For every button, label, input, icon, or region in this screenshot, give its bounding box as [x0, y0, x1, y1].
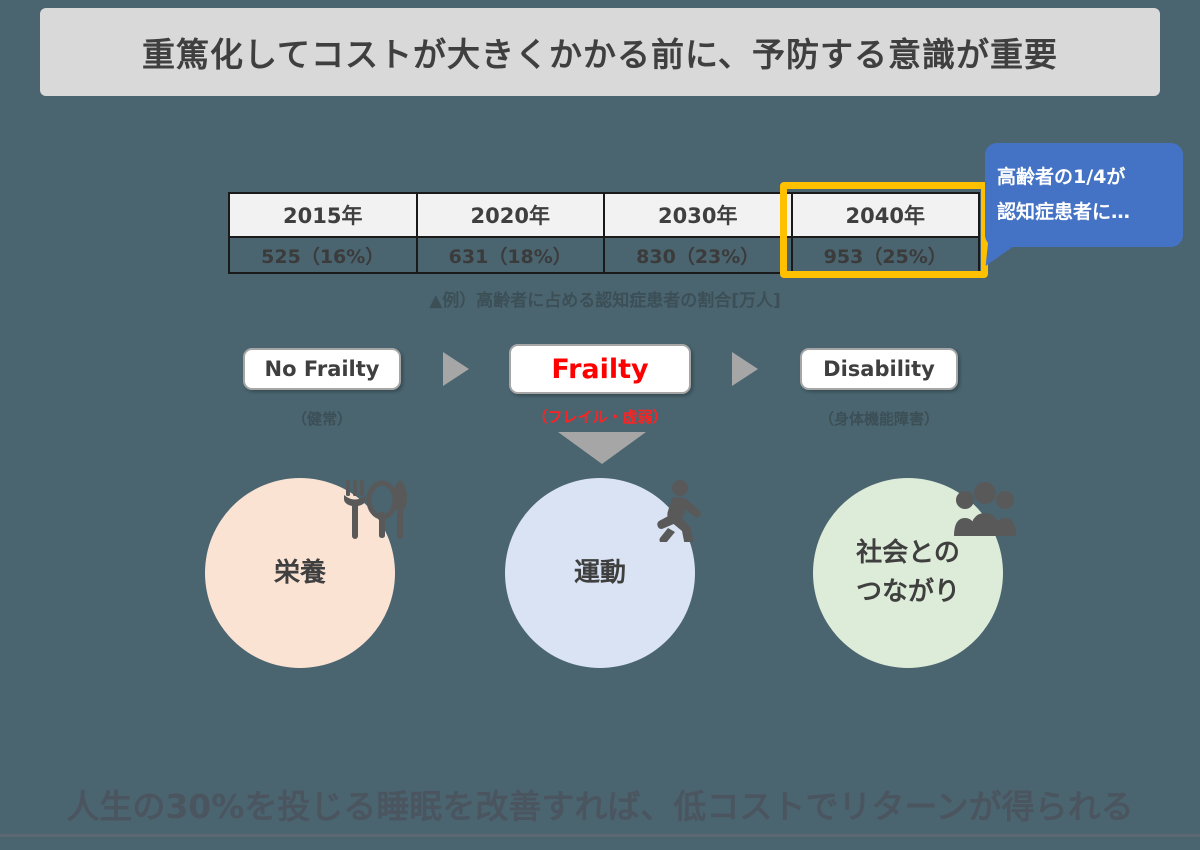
- stage-label-frailty: Frailty: [551, 353, 649, 385]
- table-header-cell-2040: 2040年: [790, 192, 980, 238]
- table-value-cell-2015: 525（16%）: [228, 236, 418, 274]
- page-title: 重篤化してコストが大きくかかる前に、予防する意識が重要: [141, 35, 1059, 74]
- pillar-label-social-line2: つながり: [855, 577, 960, 607]
- table-value-row: 525（16%） 631（18%） 830（23%） 953（25%）: [228, 236, 980, 274]
- stage-label-disability: Disability: [823, 357, 935, 381]
- table-header-row: 2015年 2020年 2030年 2040年: [228, 192, 980, 238]
- header-banner: 重篤化してコストが大きくかかる前に、予防する意識が重要: [40, 8, 1160, 96]
- table-header-cell-2020: 2020年: [415, 192, 605, 238]
- table-header-cell-2015: 2015年: [228, 192, 418, 238]
- table-value-cell-2040: 953（25%）: [790, 236, 980, 274]
- people-group-icon: [952, 482, 1018, 538]
- table-caption: ▲例）高齢者に占める認知症患者の割合[万人]: [429, 291, 781, 311]
- table-header-cell-2030: 2030年: [603, 192, 793, 238]
- cutlery-icon: [340, 478, 410, 540]
- stage-box-frailty: Frailty: [509, 344, 691, 394]
- stage-sublabel-no-frailty: （健常）: [291, 410, 352, 428]
- stage-label-no-frailty: No Frailty: [264, 357, 380, 381]
- footer-statement: 人生の30%を投じる睡眠を改善すれば、低コストでリターンが得られる: [0, 780, 1200, 837]
- triangle-right-icon: [443, 352, 469, 386]
- table-value-cell-2020: 631（18%）: [415, 236, 605, 274]
- pillar-label-social-line1: 社会との: [856, 538, 960, 568]
- pillar-label-exercise: 運動: [573, 557, 626, 588]
- pillar-label-nutrition: 栄養: [273, 557, 326, 588]
- running-person-icon: [650, 480, 712, 551]
- stage-box-no-frailty: No Frailty: [243, 348, 401, 390]
- stage-sublabel-disability: （身体機能障害）: [818, 410, 939, 428]
- triangle-down-icon: [558, 432, 646, 464]
- callout-line-1: 高齢者の1/4が: [997, 166, 1126, 189]
- dementia-forecast-table: 2015年 2020年 2030年 2040年 525（16%） 631（18%…: [228, 192, 980, 274]
- callout-bubble: 高齢者の1/4が 認知症患者に…: [985, 143, 1183, 247]
- stage-sublabel-frailty: （フレイル・虚弱）: [532, 408, 668, 426]
- stage-box-disability: Disability: [800, 348, 958, 390]
- table-value-cell-2030: 830（23%）: [603, 236, 793, 274]
- callout-line-2: 認知症患者に…: [997, 201, 1131, 223]
- triangle-right-icon: [732, 352, 758, 386]
